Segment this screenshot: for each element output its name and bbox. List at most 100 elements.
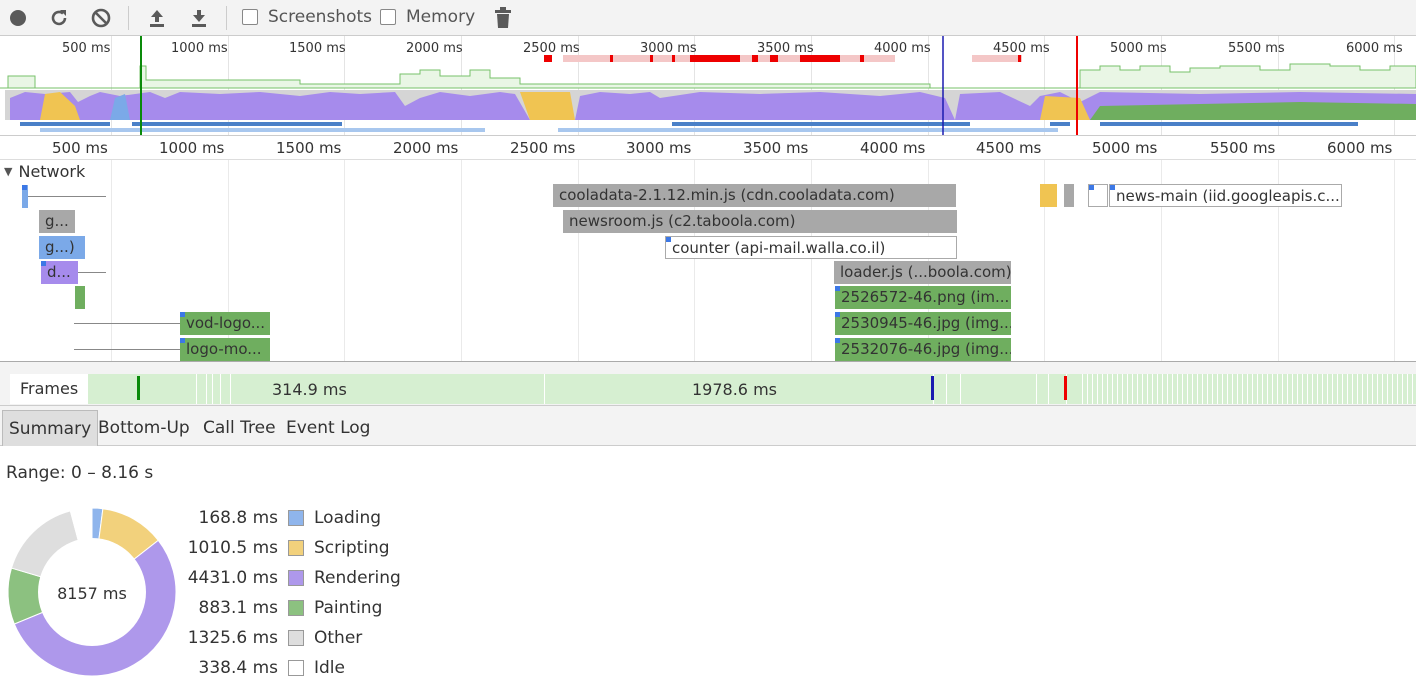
frame-boundary — [196, 374, 197, 404]
dcl-frame-marker — [137, 376, 140, 400]
request-whisker — [74, 323, 180, 324]
network-request[interactable]: d... — [41, 261, 78, 284]
grid-line — [1394, 160, 1395, 361]
network-track[interactable]: ▼ Network g... g...) d... vod-logo... lo… — [0, 160, 1416, 362]
frames-label: Frames — [10, 374, 88, 404]
network-request[interactable]: vod-logo... — [180, 312, 270, 335]
dense-frames — [1078, 374, 1416, 404]
network-lane-bar — [132, 122, 342, 126]
clear-icon[interactable] — [88, 5, 114, 31]
screenshots-checkbox[interactable]: Screenshots — [242, 6, 372, 28]
legend-label: Other — [314, 628, 363, 648]
network-request[interactable] — [1064, 184, 1074, 207]
ruler-tick: 2000 ms — [393, 139, 459, 157]
legend-row-painting: 883.1 ms Painting — [180, 596, 383, 620]
grid-line — [111, 160, 112, 361]
more-indicator[interactable]: ... — [946, 354, 957, 361]
trash-icon[interactable] — [490, 5, 516, 31]
network-lane-bar — [20, 122, 110, 126]
ruler-tick: 3000 ms — [626, 139, 692, 157]
network-label: Network — [18, 162, 86, 181]
network-request[interactable] — [1088, 184, 1108, 207]
long-frame-marker — [860, 55, 864, 62]
ruler-tick: 4000 ms — [860, 139, 926, 157]
network-request[interactable]: g...) — [39, 236, 85, 259]
tab-summary[interactable]: Summary — [2, 410, 99, 446]
legend-swatch — [288, 540, 304, 556]
network-request[interactable] — [75, 286, 85, 309]
network-lane-bar — [1100, 122, 1358, 126]
ruler-tick: 5500 ms — [1210, 139, 1276, 157]
network-request[interactable]: counter (api-mail.walla.co.il) — [665, 236, 957, 259]
upload-icon[interactable] — [144, 5, 170, 31]
cpu-rendering-band — [575, 92, 955, 120]
network-track-header[interactable]: ▼ Network — [4, 162, 85, 181]
legend-value: 1325.6 ms — [187, 628, 278, 648]
legend-value: 338.4 ms — [198, 658, 279, 678]
legend-label: Loading — [314, 508, 382, 528]
legend-swatch — [288, 630, 304, 646]
ruler-tick: 6000 ms — [1327, 139, 1393, 157]
network-request[interactable]: cooladata-2.1.12.min.js (cdn.cooladata.c… — [553, 184, 956, 207]
tab-event-log[interactable]: Event Log — [280, 410, 376, 446]
frame-duration: 314.9 ms — [272, 380, 347, 399]
toolbar: Screenshots Memory — [0, 0, 1416, 36]
network-request[interactable]: newsroom.js (c2.taboola.com) — [563, 210, 957, 233]
frame-duration: 1978.6 ms — [692, 380, 777, 399]
record-icon[interactable] — [5, 5, 31, 31]
network-request[interactable]: loader.js (...boola.com) — [834, 261, 1011, 284]
legend-row-scripting: 1010.5 ms Scripting — [180, 536, 390, 560]
legend-value: 883.1 ms — [198, 598, 279, 618]
network-request[interactable] — [1040, 184, 1057, 207]
frame-boundary — [946, 374, 947, 404]
request-whisker — [78, 272, 106, 273]
network-request[interactable]: 2530945-46.jpg (img... — [835, 312, 1011, 335]
long-frame-marker — [544, 55, 552, 62]
long-frame-marker — [800, 55, 840, 62]
ruler-tick: 500 ms — [52, 139, 108, 157]
long-frame-marker — [752, 55, 758, 62]
checkbox-box[interactable] — [380, 9, 396, 25]
toolbar-separator — [128, 6, 129, 30]
frames-bar[interactable]: 314.9 ms 1978.6 ms — [88, 374, 1416, 404]
frames-track[interactable]: Frames 314.9 ms 1978.6 ms — [0, 362, 1416, 406]
network-request[interactable]: 2532076-46.jpg (img... — [835, 338, 1011, 361]
collapse-triangle-icon[interactable]: ▼ — [4, 165, 12, 178]
memory-checkbox[interactable]: Memory — [380, 6, 475, 28]
grid-line — [344, 160, 345, 361]
screenshots-label: Screenshots — [268, 7, 373, 27]
request-whisker — [28, 196, 106, 197]
timeline-overview[interactable]: 500 ms 1000 ms 1500 ms 2000 ms 2500 ms 3… — [0, 36, 1416, 136]
network-request[interactable]: logo-mo... — [180, 338, 270, 361]
checkbox-box[interactable] — [242, 9, 258, 25]
tab-bottom-up[interactable]: Bottom-Up — [92, 410, 196, 446]
frame-boundary — [960, 374, 961, 404]
summary-panel: Range: 0 – 8.16 s 8157 ms 168.8 ms Loadi… — [0, 446, 1416, 684]
network-request[interactable]: news-main (iid.googleapis.c... — [1109, 184, 1342, 207]
reload-icon[interactable] — [46, 5, 72, 31]
long-frame-marker — [1018, 55, 1021, 62]
frame-boundary — [230, 374, 231, 404]
long-frame-marker — [972, 55, 1022, 62]
legend-swatch — [288, 510, 304, 526]
legend-swatch — [288, 570, 304, 586]
load-frame-marker — [1064, 376, 1067, 400]
legend-label: Scripting — [314, 538, 390, 558]
long-frame-marker — [770, 55, 778, 62]
time-ruler: 500 ms 1000 ms 1500 ms 2000 ms 2500 ms 3… — [0, 136, 1416, 160]
frame-boundary — [212, 374, 213, 404]
legend-swatch — [288, 600, 304, 616]
legend-value: 4431.0 ms — [187, 568, 278, 588]
network-request[interactable]: g... — [39, 210, 75, 233]
legend-value: 168.8 ms — [198, 508, 279, 528]
legend-label: Idle — [314, 658, 345, 678]
legend-label: Rendering — [314, 568, 401, 588]
frame-boundary — [1036, 374, 1037, 404]
download-icon[interactable] — [186, 5, 212, 31]
fmp-frame-marker — [931, 376, 934, 400]
tab-call-tree[interactable]: Call Tree — [197, 410, 282, 446]
frame-boundary — [1048, 374, 1049, 404]
network-request[interactable]: 2526572-46.png (im... — [835, 286, 1011, 309]
legend-row-other: 1325.6 ms Other — [180, 626, 363, 650]
ruler-tick: 3500 ms — [743, 139, 809, 157]
